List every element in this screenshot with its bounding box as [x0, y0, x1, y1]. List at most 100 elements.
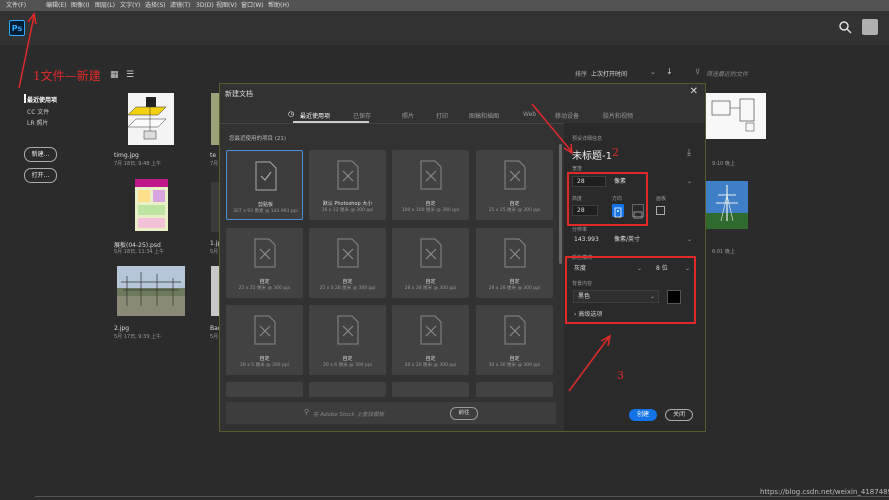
preset-card[interactable] — [226, 382, 303, 397]
file-date: 5月 — [210, 334, 219, 340]
menu-image[interactable]: 图像(I) — [71, 1, 89, 10]
new-button[interactable]: 新建... — [24, 147, 57, 162]
width-label: 宽度 — [572, 166, 583, 172]
annotation-box-size — [567, 172, 648, 226]
tab-print[interactable]: 打印 — [436, 111, 448, 120]
file-thumbnail[interactable] — [211, 93, 219, 145]
preset-name: 自定 — [425, 201, 436, 207]
menu-file[interactable]: 文件(F) — [6, 1, 26, 10]
file-thumbnail[interactable] — [706, 93, 766, 139]
preset-card[interactable]: 自定 30 x 30 厘米 @ 300 ppi — [476, 305, 553, 375]
menu-layer[interactable]: 图层(L) — [95, 1, 115, 10]
close-icon[interactable]: ✕ — [690, 86, 698, 97]
preset-size: 25 x 0.28 厘米 @ 300 ppi — [319, 286, 376, 291]
resolution-label: 分辨率 — [572, 227, 588, 233]
preset-name: 自定 — [259, 279, 270, 285]
sort-direction-icon[interactable]: ↓ — [666, 67, 673, 76]
preset-card[interactable] — [476, 382, 553, 397]
document-icon — [504, 160, 526, 190]
file-date: 5月 18日, 11:34 上午 — [114, 249, 165, 255]
menu-select[interactable]: 选择(S) — [145, 1, 166, 10]
preset-name: 自定 — [342, 356, 353, 362]
resolution-field[interactable]: 143.993 — [574, 236, 599, 243]
menu-window[interactable]: 窗口(W) — [241, 1, 264, 10]
tab-recent[interactable]: 最近使用项 — [300, 111, 330, 120]
preset-card[interactable]: 自定 25 x 25 厘米 @ 300 ppi — [226, 228, 303, 298]
preset-size: 30 x 30 厘米 @ 300 ppi — [488, 363, 541, 368]
chevron-down-icon[interactable]: ⌄ — [650, 68, 656, 76]
search-icon[interactable] — [838, 20, 854, 36]
preset-size: 307 x 93 像素 @ 143.993 ppi — [233, 209, 298, 214]
close-button[interactable]: 关闭 — [665, 409, 693, 421]
preset-card[interactable]: 自定 28 x 28 厘米 @ 300 ppi — [476, 228, 553, 298]
sort-select[interactable]: 上次打开时间 — [591, 69, 627, 78]
preset-card[interactable]: 默认 Photoshop 大小 16 x 12 厘米 @ 300 ppi — [309, 150, 386, 220]
preset-card[interactable] — [309, 382, 386, 397]
new-document-dialog: 新建文档 ✕ ◷ 最近使用项 已保存 照片 打印 图稿和插图 Web 移动设备 … — [219, 83, 706, 432]
save-preset-icon[interactable]: ⤓ — [687, 148, 691, 158]
preset-card[interactable]: 自定 20 x 20 厘米 @ 300 ppi — [392, 305, 469, 375]
nav-recent[interactable]: 最近使用项 — [27, 95, 57, 104]
open-button[interactable]: 打开... — [24, 168, 57, 183]
stock-search-bar: ⚲ 在 Adobe Stock 上查找模板 前往 — [226, 402, 556, 424]
resolution-unit-select[interactable]: 像素/英寸 ⌄ — [614, 234, 692, 245]
annotation-step-2: 2 — [612, 146, 619, 159]
preset-size: 28 x 28 厘米 @ 300 ppi — [404, 286, 457, 291]
tab-film[interactable]: 胶片和视频 — [603, 111, 633, 120]
file-thumbnail[interactable] — [117, 266, 185, 316]
filter-icon[interactable]: ⊽ — [695, 68, 700, 76]
preset-card[interactable]: 自定 100 x 100 厘米 @ 300 ppi — [392, 150, 469, 220]
preset-card[interactable]: 自定 20 x 5 厘米 @ 300 ppi — [226, 305, 303, 375]
file-thumbnail[interactable] — [211, 266, 219, 316]
file-thumbnail[interactable] — [211, 182, 219, 232]
nav-active-marker — [24, 94, 26, 103]
menu-type[interactable]: 文字(Y) — [120, 1, 140, 10]
file-name: 2.jpg — [114, 325, 130, 332]
preset-card[interactable]: 自定 20 x 6 厘米 @ 300 ppi — [309, 305, 386, 375]
scrollbar[interactable] — [559, 144, 562, 264]
preset-card[interactable]: 自定 25 x 25 厘米 @ 300 ppi — [476, 150, 553, 220]
nav-lr-photos[interactable]: LR 照片 — [27, 118, 48, 127]
tab-saved[interactable]: 已保存 — [353, 111, 371, 120]
stock-search-input[interactable]: 在 Adobe Stock 上查找模板 — [313, 410, 384, 418]
menu-view[interactable]: 视图(V) — [216, 1, 237, 10]
filter-input[interactable]: 筛选最近的文件 — [706, 69, 748, 78]
preset-name: 自定 — [425, 356, 436, 362]
menu-3d[interactable]: 3D(D) — [196, 1, 214, 10]
artboard-label: 画板 — [656, 196, 667, 202]
document-icon — [504, 315, 526, 345]
grid-view-icon[interactable]: ▦ — [110, 70, 119, 80]
preset-card[interactable]: 自定 28 x 28 厘米 @ 300 ppi — [392, 228, 469, 298]
document-icon — [337, 315, 359, 345]
create-button[interactable]: 创建 — [629, 409, 657, 421]
list-view-icon[interactable]: ☰ — [126, 70, 134, 80]
preset-card[interactable]: 剪贴板 307 x 93 像素 @ 143.993 ppi — [226, 150, 303, 220]
document-icon — [420, 315, 442, 345]
document-icon — [420, 160, 442, 190]
tab-photo[interactable]: 照片 — [402, 111, 414, 120]
preset-card[interactable] — [392, 382, 469, 397]
document-icon — [337, 238, 359, 268]
preset-card[interactable]: 自定 25 x 0.28 厘米 @ 300 ppi — [309, 228, 386, 298]
menu-edit[interactable]: 编辑(E) — [46, 1, 66, 10]
file-thumbnail[interactable] — [706, 181, 748, 229]
annotation-step-3: 3 — [617, 369, 624, 382]
preset-size: 20 x 6 厘米 @ 300 ppi — [323, 363, 372, 368]
search-icon: ⚲ — [304, 408, 310, 416]
annotation-arrow-2 — [531, 103, 573, 155]
divider — [35, 496, 889, 497]
file-date: 9:10 晚上 — [712, 161, 735, 167]
document-icon — [420, 238, 442, 268]
menu-filter[interactable]: 滤镜(T) — [170, 1, 190, 10]
artboard-checkbox[interactable] — [656, 206, 665, 215]
nav-cc-files[interactable]: CC 文件 — [27, 107, 49, 116]
menu-help[interactable]: 帮助(H) — [268, 1, 289, 10]
go-button[interactable]: 前往 — [450, 407, 478, 420]
file-thumbnail[interactable] — [135, 179, 168, 231]
menu-bar: 文件(F) 编辑(E) 图像(I) 图层(L) 文字(Y) 选择(S) 滤镜(T… — [0, 0, 889, 11]
file-thumbnail[interactable] — [127, 93, 174, 145]
avatar[interactable] — [862, 19, 878, 35]
tab-art[interactable]: 图稿和插图 — [469, 111, 499, 120]
preset-name: 自定 — [342, 279, 353, 285]
preset-name: 自定 — [509, 279, 520, 285]
